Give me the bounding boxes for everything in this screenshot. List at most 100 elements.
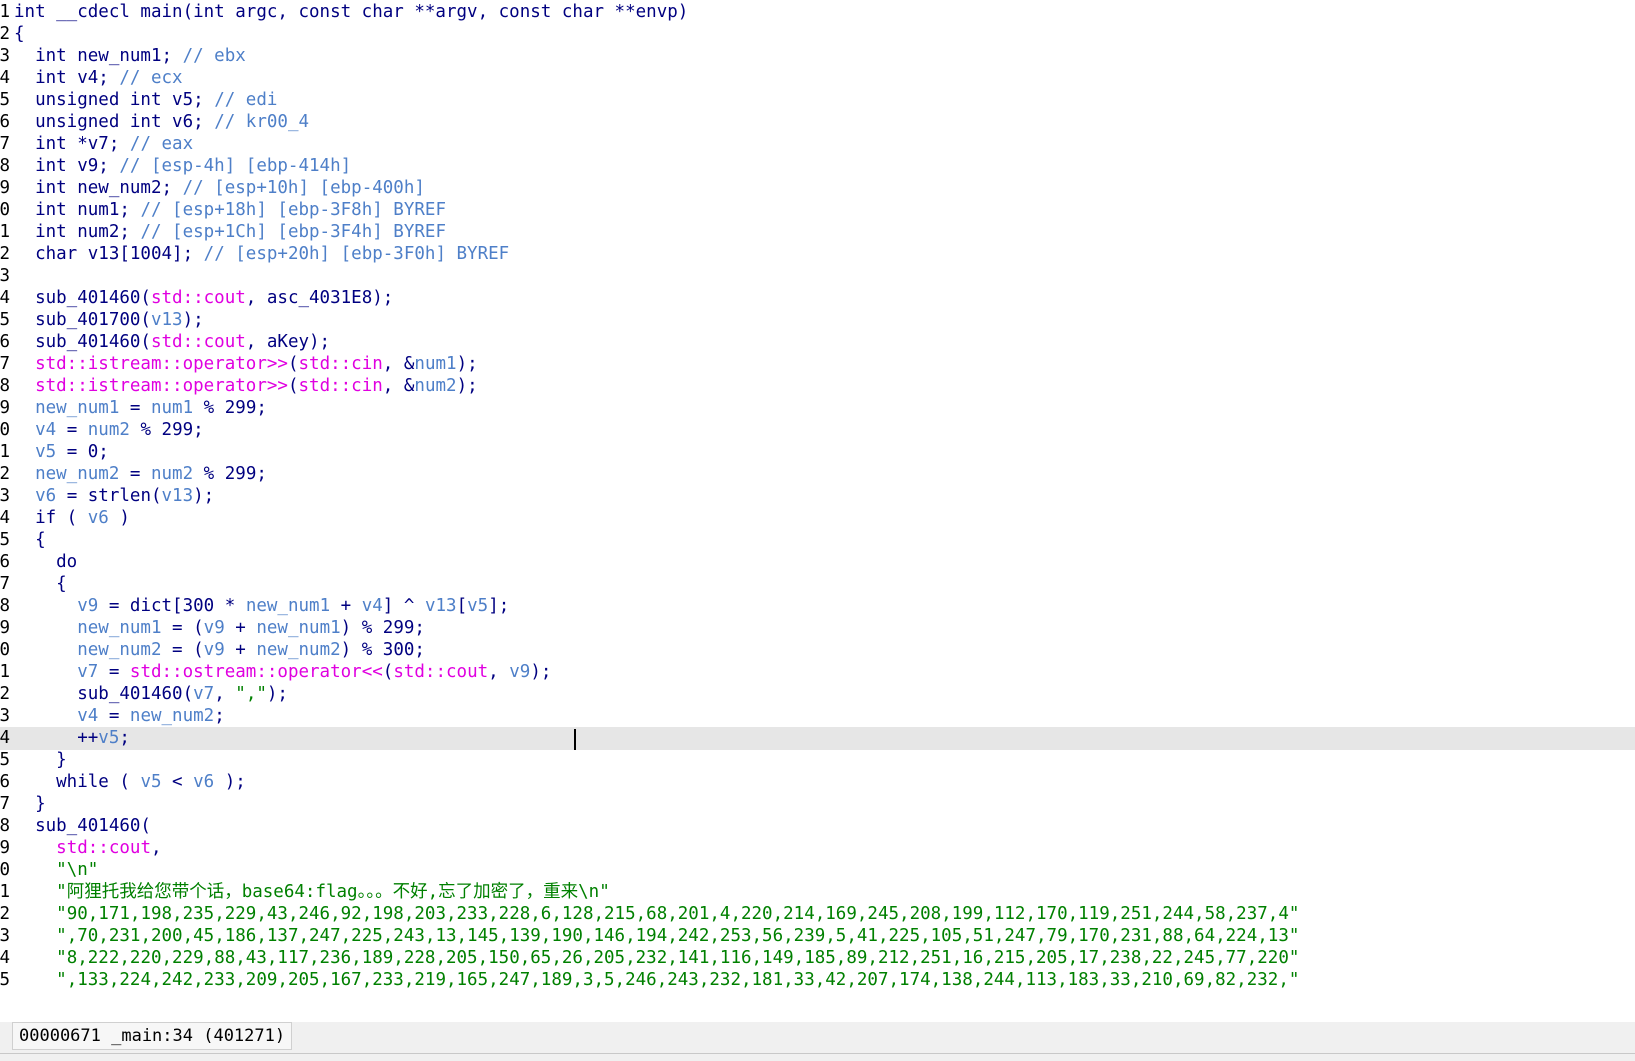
code-token: { bbox=[14, 530, 46, 550]
code-line[interactable]: 3 int new_num1; // ebx bbox=[0, 45, 1635, 68]
code-text[interactable]: sub_401700(v13); bbox=[14, 309, 204, 332]
code-text[interactable]: ",133,224,242,233,209,205,167,233,219,16… bbox=[14, 969, 1299, 992]
code-line[interactable]: 17 std::istream::operator>>(std::cin, &n… bbox=[0, 353, 1635, 376]
line-number: 10 bbox=[0, 200, 10, 220]
code-text[interactable]: v5 = 0; bbox=[14, 441, 109, 464]
code-text[interactable]: sub_401460( bbox=[14, 815, 151, 838]
code-text[interactable]: int v9; // [esp-4h] [ebp-414h] bbox=[14, 155, 351, 178]
code-line[interactable]: 20 v4 = num2 % 299; bbox=[0, 419, 1635, 442]
code-line[interactable]: 5 unsigned int v5; // edi bbox=[0, 89, 1635, 112]
code-text[interactable]: v7 = std::ostream::operator<<(std::cout,… bbox=[14, 661, 551, 684]
code-line[interactable]: 36 while ( v5 < v6 ); bbox=[0, 771, 1635, 794]
code-text[interactable]: v9 = dict[300 * new_num1 + v4] ^ v13[v5]… bbox=[14, 595, 509, 618]
code-text[interactable]: v4 = num2 % 299; bbox=[14, 419, 204, 442]
code-line[interactable]: 35 } bbox=[0, 749, 1635, 772]
code-text[interactable]: unsigned int v5; // edi bbox=[14, 89, 277, 112]
code-line[interactable]: 21 v5 = 0; bbox=[0, 441, 1635, 464]
code-line[interactable]: 33 v4 = new_num2; bbox=[0, 705, 1635, 728]
code-line[interactable]: 31 v7 = std::ostream::operator<<(std::co… bbox=[0, 661, 1635, 684]
code-line[interactable]: 11 int num2; // [esp+1Ch] [ebp-3F4h] BYR… bbox=[0, 221, 1635, 244]
code-text[interactable]: { bbox=[14, 573, 67, 596]
code-text[interactable]: ++v5; bbox=[14, 727, 130, 750]
code-text[interactable]: int new_num2; // [esp+10h] [ebp-400h] bbox=[14, 177, 425, 200]
code-line[interactable]: 39 std::cout, bbox=[0, 837, 1635, 860]
code-line[interactable]: 9 int new_num2; // [esp+10h] [ebp-400h] bbox=[0, 177, 1635, 200]
code-text[interactable]: ",70,231,200,45,186,137,247,225,243,13,1… bbox=[14, 925, 1299, 948]
code-text[interactable]: new_num1 = num1 % 299; bbox=[14, 397, 267, 420]
code-text[interactable]: new_num1 = (v9 + new_num1) % 299; bbox=[14, 617, 425, 640]
code-text[interactable]: char v13[1004]; // [esp+20h] [ebp-3F0h] … bbox=[14, 243, 509, 266]
variable-token: new_num1 bbox=[35, 398, 120, 418]
code-text[interactable]: } bbox=[14, 793, 46, 816]
code-text[interactable]: std::cout, bbox=[14, 837, 161, 860]
code-text[interactable]: if ( v6 ) bbox=[14, 507, 130, 530]
code-line[interactable]: 16 sub_401460(std::cout, aKey); bbox=[0, 331, 1635, 354]
code-line[interactable]: 42 "90,171,198,235,229,43,246,92,198,203… bbox=[0, 903, 1635, 926]
code-line[interactable]: 37 } bbox=[0, 793, 1635, 816]
code-text[interactable]: std::istream::operator>>(std::cin, &num2… bbox=[14, 375, 478, 398]
code-line[interactable]: 40 "\n" bbox=[0, 859, 1635, 882]
code-text[interactable]: unsigned int v6; // kr00_4 bbox=[14, 111, 309, 134]
code-text[interactable]: int num1; // [esp+18h] [ebp-3F8h] BYREF bbox=[14, 199, 446, 222]
code-line[interactable]: 12 char v13[1004]; // [esp+20h] [ebp-3F0… bbox=[0, 243, 1635, 266]
code-line[interactable]: 8 int v9; // [esp-4h] [ebp-414h] bbox=[0, 155, 1635, 178]
code-text[interactable]: "8,222,220,229,88,43,117,236,189,228,205… bbox=[14, 947, 1299, 970]
code-line[interactable]: 2{ bbox=[0, 23, 1635, 46]
code-line[interactable]: 26 do bbox=[0, 551, 1635, 574]
code-line[interactable]: 6 unsigned int v6; // kr00_4 bbox=[0, 111, 1635, 134]
code-text[interactable]: sub_401460(v7, ","); bbox=[14, 683, 288, 706]
code-text[interactable]: do bbox=[14, 551, 77, 574]
code-line[interactable]: 22 new_num2 = num2 % 299; bbox=[0, 463, 1635, 486]
code-line[interactable]: 1 int __cdecl main(int argc, const char *… bbox=[0, 1, 1635, 24]
code-line[interactable]: 30 new_num2 = (v9 + new_num2) % 300; bbox=[0, 639, 1635, 662]
code-line[interactable]: 38 sub_401460( bbox=[0, 815, 1635, 838]
code-line-current[interactable]: 34 ++v5; bbox=[0, 727, 1635, 750]
code-text[interactable]: "阿狸托我给您带个话，base64:flag。。。不好,忘了加密了，重来\n" bbox=[14, 881, 610, 904]
code-line[interactable]: 7 int *v7; // eax bbox=[0, 133, 1635, 156]
code-line[interactable]: 25 { bbox=[0, 529, 1635, 552]
code-line[interactable]: 43 ",70,231,200,45,186,137,247,225,243,1… bbox=[0, 925, 1635, 948]
code-token: < bbox=[161, 772, 194, 792]
code-line[interactable]: 10 int num1; // [esp+18h] [ebp-3F8h] BYR… bbox=[0, 199, 1635, 222]
code-text[interactable]: int num2; // [esp+1Ch] [ebp-3F4h] BYREF bbox=[14, 221, 446, 244]
code-line[interactable]: 19 new_num1 = num1 % 299; bbox=[0, 397, 1635, 420]
code-token: = strlen( bbox=[56, 486, 162, 506]
code-line[interactable]: 27 { bbox=[0, 573, 1635, 596]
code-text[interactable]: int v4; // ecx bbox=[14, 67, 183, 90]
line-number: 41 bbox=[0, 882, 10, 902]
code-line[interactable]: 28 v9 = dict[300 * new_num1 + v4] ^ v13[… bbox=[0, 595, 1635, 618]
code-line[interactable]: 41 "阿狸托我给您带个话，base64:flag。。。不好,忘了加密了，重来\… bbox=[0, 881, 1635, 904]
code-text[interactable]: { bbox=[14, 529, 46, 552]
code-text[interactable]: int __cdecl main(int argc, const char **… bbox=[14, 1, 688, 24]
code-text[interactable]: int new_num1; // ebx bbox=[14, 45, 246, 68]
code-text[interactable]: new_num2 = (v9 + new_num2) % 300; bbox=[14, 639, 425, 662]
code-text[interactable]: sub_401460(std::cout, aKey); bbox=[14, 331, 330, 354]
code-text[interactable]: int *v7; // eax bbox=[14, 133, 193, 156]
code-line[interactable]: 15 sub_401700(v13); bbox=[0, 309, 1635, 332]
code-line[interactable]: 18 std::istream::operator>>(std::cin, &n… bbox=[0, 375, 1635, 398]
code-line[interactable]: 4 int v4; // ecx bbox=[0, 67, 1635, 90]
pseudocode-view[interactable]: 1 int __cdecl main(int argc, const char *… bbox=[0, 0, 1635, 1022]
code-text[interactable]: v6 = strlen(v13); bbox=[14, 485, 214, 508]
code-line[interactable]: 44 "8,222,220,229,88,43,117,236,189,228,… bbox=[0, 947, 1635, 970]
code-line[interactable]: 32 sub_401460(v7, ","); bbox=[0, 683, 1635, 706]
code-line[interactable]: 23 v6 = strlen(v13); bbox=[0, 485, 1635, 508]
code-text[interactable]: } bbox=[14, 749, 67, 772]
code-line[interactable]: 45 ",133,224,242,233,209,205,167,233,219… bbox=[0, 969, 1635, 992]
code-text[interactable]: { bbox=[14, 23, 25, 46]
code-line[interactable]: 14 sub_401460(std::cout, asc_4031E8); bbox=[0, 287, 1635, 310]
code-line[interactable]: 29 new_num1 = (v9 + new_num1) % 299; bbox=[0, 617, 1635, 640]
code-text[interactable]: v4 = new_num2; bbox=[14, 705, 225, 728]
code-text[interactable]: std::istream::operator>>(std::cin, &num1… bbox=[14, 353, 478, 376]
code-text[interactable]: sub_401460(std::cout, asc_4031E8); bbox=[14, 287, 393, 310]
variable-token: v6 bbox=[193, 772, 215, 792]
code-text[interactable]: while ( v5 < v6 ); bbox=[14, 771, 246, 794]
code-line[interactable]: 24 if ( v6 ) bbox=[0, 507, 1635, 530]
code-text[interactable]: "90,171,198,235,229,43,246,92,198,203,23… bbox=[14, 903, 1299, 926]
code-text[interactable]: "\n" bbox=[14, 859, 98, 882]
code-text[interactable]: new_num2 = num2 % 299; bbox=[14, 463, 267, 486]
variable-token: num2 bbox=[87, 420, 130, 440]
code-line[interactable]: 13 bbox=[0, 265, 1635, 288]
